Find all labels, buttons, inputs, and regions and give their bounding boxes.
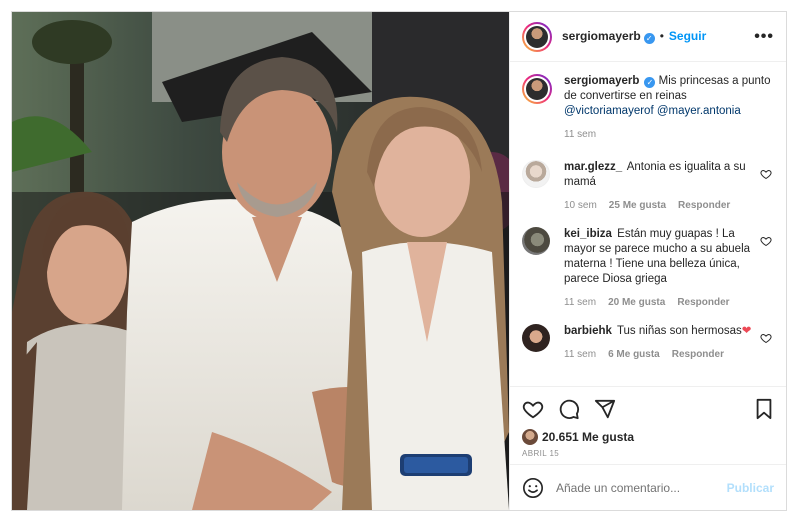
caption: sergiomayerb ✓ Mis princesas a punto de c…: [522, 74, 772, 142]
author-block: sergiomayerb ✓ • Seguir: [562, 29, 706, 44]
comment-username[interactable]: barbiehk: [564, 325, 612, 337]
author-username[interactable]: sergiomayerb: [562, 29, 641, 43]
comment-meta: 10 sem 25 Me gusta Responder: [564, 198, 754, 213]
comment-time[interactable]: 11 sem: [564, 347, 596, 362]
more-icon[interactable]: •••: [754, 28, 774, 46]
comments-list[interactable]: sergiomayerb ✓ Mis princesas a punto de c…: [510, 62, 786, 386]
comment-time[interactable]: 10 sem: [564, 198, 597, 213]
post-photo[interactable]: [12, 12, 509, 510]
liker-avatar[interactable]: [522, 429, 538, 445]
comment-username[interactable]: mar.glezz_: [564, 161, 622, 173]
follow-button[interactable]: Seguir: [669, 29, 706, 43]
comment-body: mar.glezz_ Antonia es igualita a su mamá…: [564, 160, 754, 213]
caption-time[interactable]: 11 sem: [564, 127, 596, 142]
heart-icon[interactable]: [522, 398, 544, 420]
reply-button[interactable]: Responder: [678, 198, 730, 213]
comment-item: mar.glezz_ Antonia es igualita a su mamá…: [522, 160, 772, 213]
reply-button[interactable]: Responder: [677, 295, 729, 310]
bookmark-icon[interactable]: [754, 398, 774, 420]
author-avatar[interactable]: [522, 21, 552, 52]
comment-username[interactable]: kei_ibiza: [564, 228, 612, 240]
action-icons: [522, 397, 774, 421]
separator-dot: •: [659, 29, 664, 43]
comment-likes[interactable]: 6 Me gusta: [608, 347, 660, 362]
comment-avatar[interactable]: [522, 324, 550, 352]
comment-likes[interactable]: 25 Me gusta: [609, 198, 666, 213]
post-sidebar: sergiomayerb ✓ • Seguir ••• sergiomayerb ✓ M…: [509, 12, 786, 510]
likes-count[interactable]: 20.651 Me gusta: [542, 430, 634, 444]
post-date[interactable]: ABRIL 15: [522, 449, 774, 458]
instagram-post: sergiomayerb ✓ • Seguir ••• sergiomayerb ✓ M…: [11, 11, 787, 511]
heart-icon[interactable]: [760, 235, 772, 247]
comment-likes[interactable]: 20 Me gusta: [608, 295, 665, 310]
caption-mentions[interactable]: @victoriamayerof @mayer.antonia: [564, 105, 741, 117]
reply-button[interactable]: Responder: [672, 347, 724, 362]
comment-item: kei_ibiza Están muy guapas ! La mayor se…: [522, 227, 772, 310]
post-actions: 20.651 Me gusta ABRIL 15: [510, 386, 786, 464]
verified-icon: ✓: [643, 33, 655, 44]
caption-username[interactable]: sergiomayerb: [564, 75, 639, 87]
comment-body: barbiehk Tus niñas son hermosas❤ 11 sem …: [564, 324, 754, 362]
heart-icon[interactable]: [760, 332, 772, 344]
caption-avatar[interactable]: [522, 74, 552, 104]
comment-composer: Publicar: [510, 464, 786, 510]
post-photo-image: [12, 12, 509, 510]
comment-time[interactable]: 11 sem: [564, 295, 596, 310]
likes-row: 20.651 Me gusta: [522, 429, 774, 445]
post-header: sergiomayerb ✓ • Seguir •••: [510, 12, 786, 62]
publish-button[interactable]: Publicar: [727, 481, 774, 495]
comment-avatar[interactable]: [522, 227, 550, 255]
share-icon[interactable]: [594, 398, 616, 420]
caption-body: sergiomayerb ✓ Mis princesas a punto de c…: [564, 74, 772, 142]
heart-icon[interactable]: [760, 168, 772, 180]
verified-icon: ✓: [644, 77, 656, 88]
comment-body: kei_ibiza Están muy guapas ! La mayor se…: [564, 227, 754, 310]
comment-icon[interactable]: [558, 398, 580, 420]
comment-meta: 11 sem 20 Me gusta Responder: [564, 295, 754, 310]
comment-item: barbiehk Tus niñas son hermosas❤ 11 sem …: [522, 324, 772, 362]
comment-avatar[interactable]: [522, 160, 550, 188]
emoji-icon[interactable]: [522, 477, 544, 499]
comment-text: Tus niñas son hermosas: [616, 325, 742, 337]
red-heart-emoji-icon: ❤: [741, 325, 752, 337]
caption-meta: 11 sem: [564, 127, 772, 142]
comment-meta: 11 sem 6 Me gusta Responder: [564, 347, 754, 362]
comment-input[interactable]: [556, 480, 727, 495]
